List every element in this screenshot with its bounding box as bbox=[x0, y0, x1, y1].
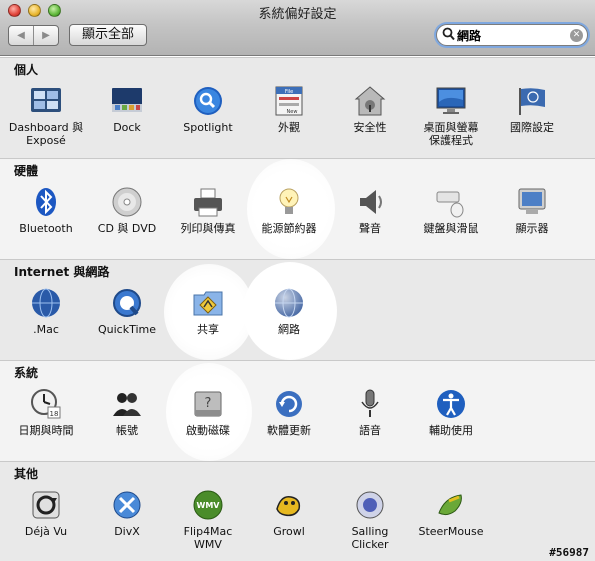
international-flag-icon bbox=[519, 88, 545, 115]
speaker-icon bbox=[360, 190, 382, 214]
pane-label: 輔助使用 bbox=[429, 424, 473, 437]
section-other: 其他 Déjà Vu DivX WMV Flip4Mac WMV Growl S… bbox=[0, 461, 595, 561]
magnifier-icon bbox=[442, 27, 455, 45]
pane-label: 網路 bbox=[278, 323, 300, 336]
section-system: 系統 18 日期與時間 帳號 ? 啟動磁碟 軟體更新 語音 輔助使用 bbox=[0, 360, 595, 461]
salling-clicker-icon bbox=[356, 491, 384, 519]
appearance-icon: File New bbox=[275, 86, 303, 116]
software-update-icon bbox=[276, 391, 302, 417]
flip4mac-wmv-icon: WMV bbox=[193, 490, 223, 520]
forward-button[interactable]: ▶ bbox=[33, 26, 58, 45]
energy-saver-bulb-icon bbox=[279, 188, 299, 214]
section-title-personal: 個人 bbox=[14, 63, 39, 77]
keyboard-mouse-icon bbox=[436, 191, 464, 218]
search-field[interactable]: ✕ bbox=[436, 24, 588, 46]
desktop-screensaver-icon bbox=[436, 87, 466, 114]
section-title-system: 系統 bbox=[14, 366, 39, 380]
forward-arrow-icon: ▶ bbox=[42, 30, 50, 41]
system-preferences-window: 系統偏好設定 ◀ ▶ 顯示全部 ✕ 個人 Dashboard 與 Exposé bbox=[0, 0, 595, 561]
universal-access-icon bbox=[437, 390, 465, 418]
window-title: 系統偏好設定 bbox=[258, 7, 337, 22]
section-personal: 個人 Dashboard 與 Exposé Dock Spotlight Fil… bbox=[0, 57, 595, 158]
svg-text:WMV: WMV bbox=[197, 501, 221, 510]
back-button[interactable]: ◀ bbox=[9, 26, 33, 45]
dashboard-expose-icon bbox=[31, 88, 61, 112]
startup-disk-icon: ? bbox=[194, 391, 222, 417]
accounts-people-icon bbox=[113, 393, 141, 416]
date-time-clock-icon: 18 bbox=[31, 389, 61, 419]
dotmac-globe-icon bbox=[32, 288, 60, 318]
spotlight-icon bbox=[194, 87, 222, 115]
divx-icon bbox=[113, 491, 141, 519]
pane-label: SteerMouse bbox=[418, 525, 484, 538]
svg-text:18: 18 bbox=[50, 410, 59, 418]
growl-icon bbox=[276, 496, 301, 517]
sharing-folder-icon bbox=[193, 291, 223, 316]
network-globe-icon bbox=[275, 288, 303, 318]
section-title-hardware: 硬體 bbox=[14, 164, 39, 178]
security-house-icon bbox=[354, 86, 386, 116]
section-title-internet: Internet 與網路 bbox=[14, 265, 110, 279]
speech-microphone-icon bbox=[361, 389, 379, 417]
quicktime-icon bbox=[113, 289, 141, 317]
svg-text:File: File bbox=[285, 89, 293, 95]
bluetooth-icon bbox=[36, 188, 56, 216]
show-all-button[interactable]: 顯示全部 bbox=[69, 24, 147, 46]
search-input[interactable] bbox=[457, 27, 567, 43]
watermark-text: #56987 bbox=[549, 546, 589, 559]
pane-label: 國際設定 bbox=[510, 121, 554, 134]
back-arrow-icon: ◀ bbox=[17, 30, 25, 41]
printer-icon bbox=[194, 188, 222, 217]
clear-search-icon[interactable]: ✕ bbox=[570, 29, 583, 42]
window-toolbar: 系統偏好設定 ◀ ▶ 顯示全部 ✕ bbox=[0, 0, 595, 56]
section-internet: Internet 與網路 .Mac QuickTime 共享 網路 bbox=[0, 259, 595, 360]
section-title-other: 其他 bbox=[14, 467, 39, 481]
pane-label: 顯示器 bbox=[515, 222, 549, 235]
dock-icon bbox=[112, 88, 142, 112]
deja-vu-icon bbox=[32, 491, 60, 519]
svg-text:New: New bbox=[287, 109, 298, 115]
back-forward-control: ◀ ▶ bbox=[8, 25, 59, 46]
section-hardware: 硬體 Bluetooth CD 與 DVD 列印與傳真 能源節約器 聲音 鍵盤與… bbox=[0, 158, 595, 259]
steermouse-icon bbox=[438, 494, 462, 516]
cd-dvd-icon bbox=[112, 187, 142, 217]
svg-text:?: ? bbox=[205, 396, 212, 411]
display-icon bbox=[518, 188, 546, 214]
